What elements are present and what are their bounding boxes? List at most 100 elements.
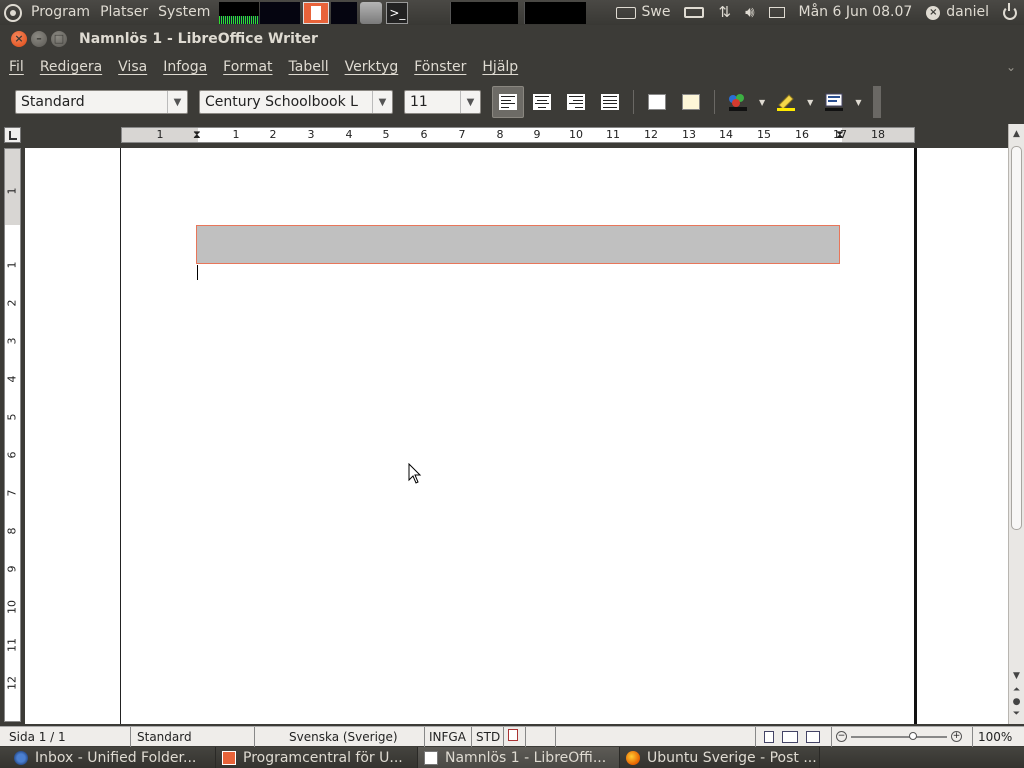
page-style[interactable]: Standard bbox=[131, 726, 255, 747]
vertical-ruler[interactable]: 1 1 2 3 4 5 6 7 8 9 10 11 12 bbox=[4, 148, 21, 722]
task-label: Namnlös 1 - LibreOffi... bbox=[445, 749, 607, 766]
keyboard-indicator[interactable]: Swe bbox=[609, 0, 678, 25]
firefox-icon bbox=[626, 750, 640, 765]
tab-type-selector[interactable] bbox=[4, 127, 21, 143]
task-label: Programcentral för U... bbox=[243, 749, 403, 766]
window-title: Namnlös 1 - LibreOffice Writer bbox=[79, 30, 318, 47]
page-count[interactable]: Sida 1 / 1 bbox=[0, 726, 131, 747]
highlight-button[interactable] bbox=[770, 86, 802, 118]
numbered-list-icon bbox=[648, 94, 666, 110]
zoom-slider-knob[interactable] bbox=[909, 731, 917, 740]
bullets-button[interactable] bbox=[675, 86, 707, 118]
messaging-indicator[interactable] bbox=[762, 7, 792, 18]
ruler-label: 6 bbox=[5, 451, 19, 459]
align-center-button[interactable] bbox=[526, 86, 558, 118]
zoom-control: − + bbox=[832, 726, 973, 747]
ruler-label: 7 bbox=[458, 128, 466, 141]
signature-status[interactable] bbox=[526, 726, 556, 747]
chevron-down-icon[interactable]: ▼ bbox=[167, 91, 187, 113]
menu-visa[interactable]: Visa bbox=[110, 52, 155, 82]
menu-format[interactable]: Format bbox=[215, 52, 280, 82]
right-indent-marker[interactable]: ⧗ bbox=[836, 129, 844, 141]
align-left-button[interactable] bbox=[492, 86, 524, 118]
single-page-view-icon[interactable] bbox=[764, 730, 774, 743]
left-indent-marker[interactable]: ⧗ bbox=[193, 129, 201, 141]
header-placeholder-field[interactable] bbox=[196, 225, 840, 264]
highlight-dropdown-icon[interactable]: ▼ bbox=[807, 98, 813, 107]
minimize-icon: – bbox=[36, 31, 42, 45]
task-software-center[interactable]: Programcentral för U... bbox=[216, 747, 418, 768]
maximize-window-button[interactable]: □ bbox=[51, 30, 67, 47]
ubuntu-logo-icon[interactable] bbox=[4, 3, 22, 22]
font-color-button[interactable] bbox=[722, 86, 754, 118]
vertical-scrollbar[interactable]: ▲ ▼ ⏶ ● ⏷ bbox=[1008, 124, 1024, 724]
scrollbar-thumb[interactable] bbox=[1011, 146, 1022, 530]
font-name-combo[interactable]: Century Schoolbook L ▼ bbox=[199, 90, 393, 114]
ruler-label: 9 bbox=[5, 565, 19, 573]
network-indicator[interactable]: ⇅ bbox=[711, 0, 738, 25]
terminal-launcher-icon[interactable]: >_ bbox=[386, 1, 409, 24]
menu-fil[interactable]: Fil bbox=[0, 52, 32, 82]
menu-tabell[interactable]: Tabell bbox=[281, 52, 337, 82]
align-right-button[interactable] bbox=[560, 86, 592, 118]
background-color-button[interactable] bbox=[818, 86, 850, 118]
writer-launcher-icon[interactable] bbox=[303, 1, 330, 24]
justify-icon bbox=[601, 94, 619, 110]
workspace-switcher[interactable] bbox=[450, 1, 519, 24]
menu-verktyg[interactable]: Verktyg bbox=[337, 52, 407, 82]
menu-redigera[interactable]: Redigera bbox=[32, 52, 110, 82]
previous-page-icon[interactable]: ⏶ bbox=[1009, 684, 1024, 696]
insert-mode[interactable]: INFGA bbox=[425, 726, 472, 747]
scroll-down-icon[interactable]: ▼ bbox=[1009, 670, 1024, 682]
paragraph-style-combo[interactable]: Standard ▼ bbox=[15, 90, 188, 114]
task-writer[interactable]: Namnlös 1 - LibreOffi... bbox=[418, 747, 620, 768]
trash-icon[interactable] bbox=[360, 1, 383, 24]
background-color-dropdown-icon[interactable]: ▼ bbox=[855, 98, 861, 107]
toolbar-overflow-handle[interactable] bbox=[873, 86, 882, 118]
menu-fonster[interactable]: Fönster bbox=[406, 52, 474, 82]
multi-page-view-icon[interactable] bbox=[782, 730, 798, 743]
workspace-switcher-2[interactable] bbox=[524, 1, 587, 24]
network-monitor-icon[interactable] bbox=[331, 1, 358, 24]
chevron-down-icon[interactable]: ⌄ bbox=[1006, 60, 1016, 74]
cpu-monitor-icon[interactable] bbox=[219, 1, 260, 24]
user-menu[interactable]: × daniel bbox=[919, 0, 996, 25]
numbering-button[interactable] bbox=[641, 86, 673, 118]
memory-monitor-icon[interactable] bbox=[260, 1, 301, 24]
zoom-out-icon[interactable]: − bbox=[836, 731, 847, 742]
battery-indicator[interactable] bbox=[677, 7, 711, 18]
chevron-down-icon[interactable]: ▼ bbox=[460, 91, 480, 113]
book-view-icon[interactable] bbox=[806, 730, 820, 743]
language[interactable]: Svenska (Sverige) bbox=[255, 726, 425, 747]
menu-hjalp[interactable]: Hjälp bbox=[474, 52, 526, 82]
menu-infoga[interactable]: Infoga bbox=[155, 52, 215, 82]
volume-indicator[interactable]: 🔊︎ bbox=[738, 0, 761, 25]
navigator-icon[interactable]: ● bbox=[1009, 696, 1024, 708]
minimize-window-button[interactable]: – bbox=[31, 30, 47, 47]
zoom-in-icon[interactable]: + bbox=[951, 731, 962, 742]
mail-icon bbox=[14, 750, 28, 765]
menu-system[interactable]: System bbox=[153, 0, 215, 25]
ruler-label: 10 bbox=[569, 128, 583, 141]
horizontal-ruler[interactable]: 1 1 2 3 4 5 6 7 8 9 10 11 12 13 14 15 16 17 18 ⧗ ⧗ bbox=[121, 127, 915, 143]
window-titlebar[interactable]: × – □ Namnlös 1 - LibreOffice Writer bbox=[0, 25, 1024, 52]
chevron-down-icon[interactable]: ▼ bbox=[372, 91, 392, 113]
zoom-slider[interactable] bbox=[851, 731, 947, 740]
document-modified-indicator[interactable] bbox=[504, 726, 526, 747]
task-inbox[interactable]: Inbox - Unified Folder... bbox=[0, 747, 216, 768]
zoom-percentage[interactable]: 100% bbox=[973, 727, 1012, 747]
close-window-button[interactable]: × bbox=[11, 30, 27, 47]
task-firefox[interactable]: Ubuntu Sverige - Post ... bbox=[620, 747, 820, 768]
clock[interactable]: Mån 6 Jun 08.07 bbox=[792, 0, 920, 25]
next-page-icon[interactable]: ⏷ bbox=[1009, 708, 1024, 720]
view-layout bbox=[756, 726, 832, 747]
font-size-combo[interactable]: 11 ▼ bbox=[404, 90, 481, 114]
scroll-up-icon[interactable]: ▲ bbox=[1009, 128, 1024, 140]
font-color-dropdown-icon[interactable]: ▼ bbox=[759, 98, 765, 107]
selection-mode[interactable]: STD bbox=[472, 726, 504, 747]
menu-program[interactable]: Program bbox=[26, 0, 95, 25]
session-menu[interactable] bbox=[996, 2, 1024, 20]
menu-platser[interactable]: Platser bbox=[95, 0, 153, 25]
justify-button[interactable] bbox=[594, 86, 626, 118]
ruler-label: 11 bbox=[5, 638, 19, 652]
